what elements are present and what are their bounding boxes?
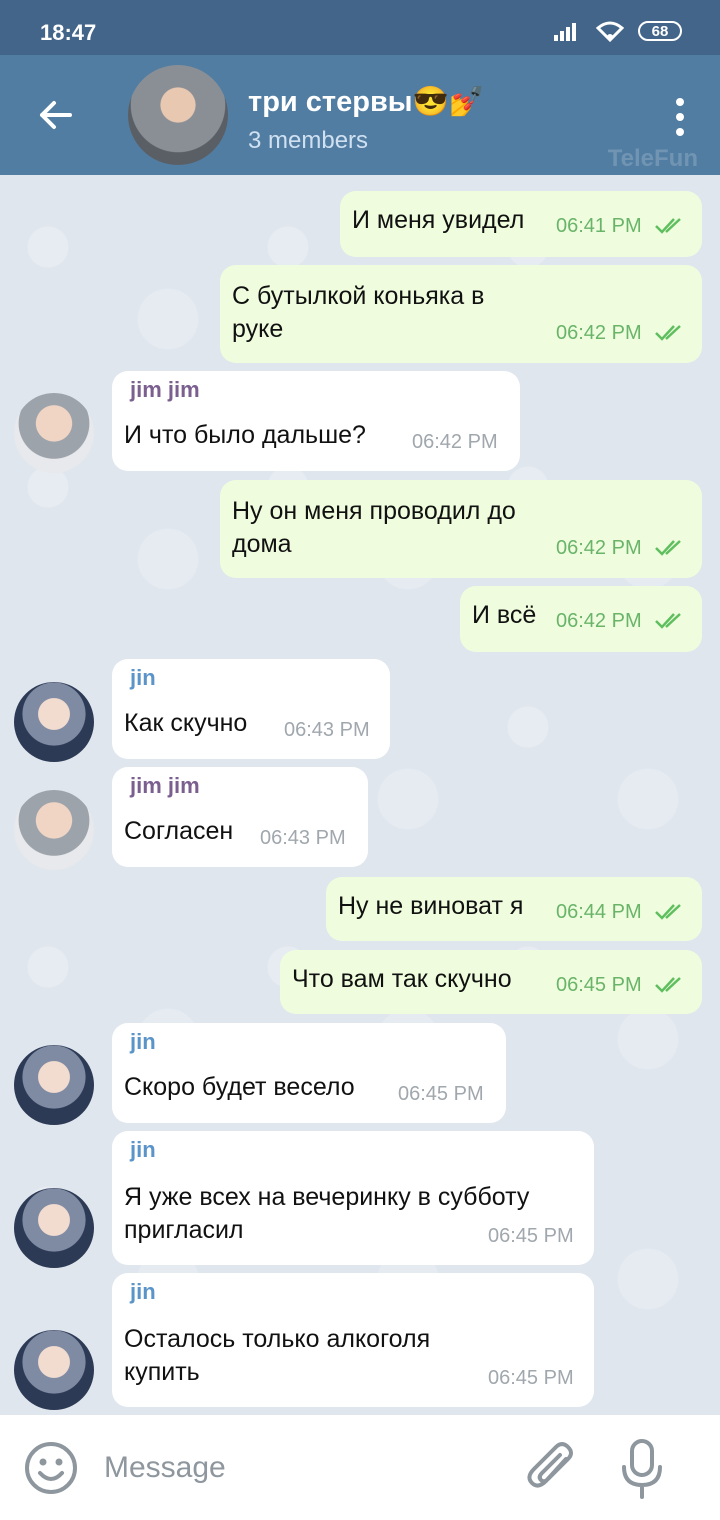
message-text: Осталось только алкоголя купить bbox=[124, 1325, 431, 1386]
message-text: Что вам так скучно bbox=[292, 965, 512, 993]
message-time: 06:42 PM bbox=[556, 610, 642, 632]
message-text: С бутылкой коньяка в руке bbox=[232, 282, 485, 343]
sender-name[interactable]: jim jim bbox=[130, 773, 200, 799]
sender-avatar[interactable] bbox=[14, 393, 94, 473]
message-bubble-outgoing[interactable]: И меня увидел 06:41 PM bbox=[340, 191, 702, 257]
message-bubble-outgoing[interactable]: И всё 06:42 PM bbox=[460, 586, 702, 652]
message-text: Согласен bbox=[124, 817, 234, 845]
message-text: И что было дальше? bbox=[124, 421, 366, 449]
message-time: 06:41 PM bbox=[556, 215, 642, 237]
back-arrow-icon[interactable] bbox=[34, 93, 78, 137]
message-input[interactable]: Message bbox=[104, 1451, 226, 1485]
sender-avatar[interactable] bbox=[14, 1045, 94, 1125]
message-bubble-outgoing[interactable]: Ну не виноват я 06:44 PM bbox=[326, 877, 702, 941]
microphone-icon[interactable] bbox=[618, 1439, 666, 1501]
message-bubble-incoming[interactable]: jin Как скучно 06:43 PM bbox=[112, 659, 390, 759]
group-avatar[interactable] bbox=[128, 65, 228, 165]
status-bar: 18:47 68 bbox=[0, 0, 720, 55]
message-bubble-outgoing[interactable]: С бутылкой коньяка в руке 06:42 PM bbox=[220, 265, 702, 363]
message-list[interactable]: И меня увидел 06:41 PM С бутылкой коньяк… bbox=[0, 175, 720, 1415]
message-text: Ну не виноват я bbox=[338, 892, 524, 920]
sender-avatar[interactable] bbox=[14, 1188, 94, 1268]
double-check-icon bbox=[655, 613, 681, 629]
more-options-icon[interactable] bbox=[674, 97, 686, 137]
sender-name[interactable]: jin bbox=[130, 665, 156, 691]
status-time: 18:47 bbox=[40, 20, 97, 45]
sender-avatar[interactable] bbox=[14, 682, 94, 762]
sender-name[interactable]: jin bbox=[130, 1029, 156, 1055]
battery-indicator: 68 bbox=[638, 21, 682, 41]
message-time: 06:45 PM bbox=[488, 1225, 574, 1247]
sender-avatar[interactable] bbox=[14, 1330, 94, 1410]
status-icons: 68 bbox=[554, 20, 682, 42]
message-bubble-incoming[interactable]: jin Я уже всех на вечеринку в субботу пр… bbox=[112, 1131, 594, 1265]
message-text: И меня увидел bbox=[352, 206, 525, 234]
message-bubble-incoming[interactable]: jim jim Согласен 06:43 PM bbox=[112, 767, 368, 867]
double-check-icon bbox=[655, 904, 681, 920]
message-time: 06:45 PM bbox=[556, 974, 642, 996]
message-text: И всё bbox=[472, 601, 537, 629]
message-time: 06:44 PM bbox=[556, 901, 642, 923]
sender-name[interactable]: jin bbox=[130, 1279, 156, 1305]
sender-name[interactable]: jim jim bbox=[130, 377, 200, 403]
message-bubble-incoming[interactable]: jim jim И что было дальше? 06:42 PM bbox=[112, 371, 520, 471]
emoji-icon[interactable] bbox=[24, 1441, 78, 1495]
wifi-icon bbox=[596, 21, 624, 42]
message-time: 06:42 PM bbox=[556, 537, 642, 559]
sender-avatar[interactable] bbox=[14, 790, 94, 870]
message-text: Скоро будет весело bbox=[124, 1073, 355, 1101]
message-bubble-incoming[interactable]: jin Скоро будет весело 06:45 PM bbox=[112, 1023, 506, 1123]
message-bubble-outgoing[interactable]: Ну он меня проводил до дома 06:42 PM bbox=[220, 480, 702, 578]
message-bubble-outgoing[interactable]: Что вам так скучно 06:45 PM bbox=[280, 950, 702, 1014]
message-time: 06:43 PM bbox=[284, 719, 370, 741]
attach-icon[interactable] bbox=[526, 1439, 580, 1497]
double-check-icon bbox=[655, 540, 681, 556]
message-text: Как скучно bbox=[124, 709, 248, 737]
message-text: Ну он меня проводил до дома bbox=[232, 497, 516, 558]
chat-members-count[interactable]: 3 members bbox=[248, 127, 368, 155]
signal-icon bbox=[554, 23, 576, 41]
message-time: 06:43 PM bbox=[260, 827, 346, 849]
message-time: 06:42 PM bbox=[412, 431, 498, 453]
double-check-icon bbox=[655, 218, 681, 234]
double-check-icon bbox=[655, 977, 681, 993]
message-time: 06:45 PM bbox=[488, 1367, 574, 1389]
message-bubble-incoming[interactable]: jin Осталось только алкоголя купить 06:4… bbox=[112, 1273, 594, 1407]
chat-title[interactable]: три стервы😎💅 bbox=[248, 85, 485, 119]
message-composer: Message bbox=[0, 1415, 720, 1520]
double-check-icon bbox=[655, 325, 681, 341]
message-time: 06:45 PM bbox=[398, 1083, 484, 1105]
message-time: 06:42 PM bbox=[556, 322, 642, 344]
sender-name[interactable]: jin bbox=[130, 1137, 156, 1163]
app-bar: три стервы😎💅 3 members TeleFun bbox=[0, 55, 720, 175]
watermark: TeleFun bbox=[607, 145, 698, 172]
message-text: Я уже всех на вечеринку в субботу пригла… bbox=[124, 1183, 530, 1244]
